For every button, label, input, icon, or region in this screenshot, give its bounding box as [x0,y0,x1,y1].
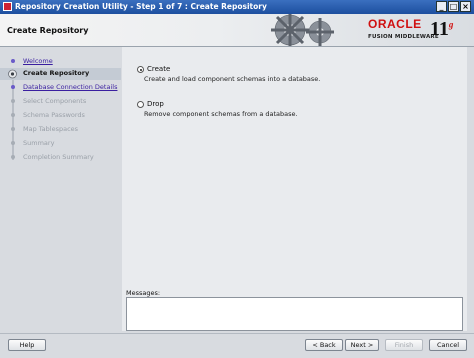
window-titlebar: Repository Creation Utility - Step 1 of … [0,0,474,14]
drop-radio[interactable] [137,101,144,108]
drop-option-label[interactable]: Drop [147,100,164,108]
step-dot-icon [11,127,15,131]
window-title: Repository Creation Utility - Step 1 of … [15,2,267,11]
close-button[interactable]: × [460,1,471,12]
step-create-repository[interactable]: Create Repository [0,68,121,80]
step-label: Select Components [23,97,87,105]
page-title: Create Repository [7,26,89,35]
messages-label: Messages: [126,289,161,297]
maximize-button[interactable]: □ [448,1,459,12]
step-label: Map Tablespaces [23,125,79,133]
step-dot-icon [11,85,15,89]
step-database-connection-details[interactable]: Database Connection Details [0,82,121,94]
header-banner: Create Repository ORACLE FUSION MIDDLEWA… [0,14,474,47]
step-label: Completion Summary [23,153,94,161]
step-schema-passwords: Schema Passwords [0,110,121,122]
create-option-label[interactable]: Create [147,65,170,73]
gears-graphic [271,14,334,46]
cancel-button[interactable]: Cancel [429,339,467,351]
content-panel [122,47,467,331]
wizard-steps-nav: Welcome Create Repository Database Conne… [0,47,121,331]
step-map-tablespaces: Map Tablespaces [0,124,121,136]
create-option-description: Create and load component schemas into a… [144,75,321,83]
finish-button: Finish [385,339,423,351]
product-name: FUSION MIDDLEWARE [368,34,439,40]
current-step-icon [8,69,17,79]
step-label: Database Connection Details [23,83,118,91]
version-badge: 11g [430,18,453,41]
step-completion-summary: Completion Summary [0,152,121,164]
next-button[interactable]: Next > [345,339,379,351]
app-icon [3,2,12,11]
create-radio[interactable] [137,66,144,73]
version-suffix: g [448,19,454,30]
version-number: 11 [430,18,449,40]
step-welcome[interactable]: Welcome [0,56,121,68]
step-dot-icon [11,113,15,117]
messages-box[interactable] [126,297,463,331]
step-select-components: Select Components [0,96,121,108]
help-button[interactable]: Help [8,339,46,351]
step-summary: Summary [0,138,121,150]
step-dot-icon [11,99,15,103]
step-label: Schema Passwords [23,111,85,119]
step-dot-icon [11,141,15,145]
back-button[interactable]: < Back [305,339,343,351]
minimize-button[interactable]: _ [436,1,447,12]
step-label: Welcome [23,57,53,65]
drop-option-description: Remove component schemas from a database… [144,110,298,118]
step-dot-icon [11,155,15,159]
step-dot-icon [11,59,15,63]
oracle-logo: ORACLE [368,17,422,31]
step-label: Summary [23,139,55,147]
step-label: Create Repository [23,69,90,77]
